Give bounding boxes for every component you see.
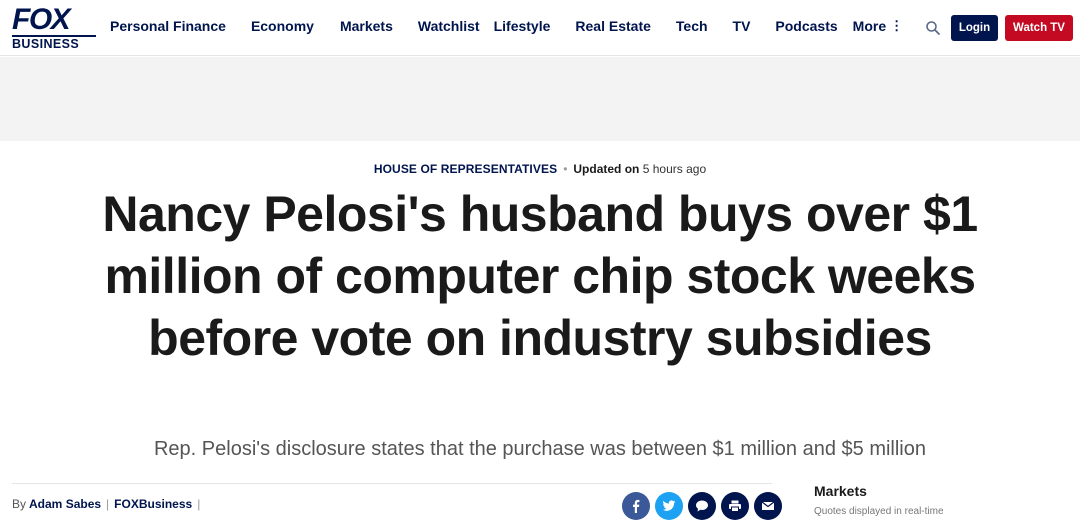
markets-subtitle: Quotes displayed in real-time — [814, 506, 944, 517]
article-eyebrow: HOUSE OF REPRESENTATIVES • Updated on 5 ho… — [0, 162, 1080, 176]
email-share-button[interactable] — [754, 492, 782, 520]
nav-item-tv[interactable]: TV — [733, 18, 751, 34]
byline-by: By — [12, 497, 27, 511]
facebook-share-button[interactable] — [622, 492, 650, 520]
search-icon[interactable] — [925, 20, 941, 36]
category-link[interactable]: HOUSE OF REPRESENTATIVES — [374, 162, 557, 176]
comments-button[interactable] — [688, 492, 716, 520]
share-bar — [622, 492, 782, 520]
source-link[interactable]: FOXBusiness — [114, 497, 192, 511]
article-subhead: Rep. Pelosi's disclosure states that the… — [153, 438, 926, 460]
nav-item-personal-finance[interactable]: Personal Finance — [110, 18, 226, 34]
main-nav: Personal Finance Economy Markets Watchli… — [110, 0, 903, 52]
nav-item-real-estate[interactable]: Real Estate — [575, 18, 650, 34]
print-button[interactable] — [721, 492, 749, 520]
markets-title[interactable]: Markets — [814, 483, 944, 499]
nav-item-more[interactable]: More ⋮ — [853, 18, 903, 34]
vertical-dots-icon: ⋮ — [890, 18, 904, 33]
logo-fox-text: FOX — [12, 3, 71, 36]
byline: By Adam Sabes | FOXBusiness | — [12, 497, 205, 511]
nav-item-tech[interactable]: Tech — [676, 18, 708, 34]
divider — [12, 483, 772, 484]
facebook-icon — [633, 499, 640, 513]
byline-separator-end: | — [197, 497, 201, 511]
twitter-share-button[interactable] — [655, 492, 683, 520]
author-link[interactable]: Adam Sabes — [29, 497, 101, 511]
updated-label: Updated on — [573, 162, 640, 176]
nav-item-watchlist[interactable]: Watchlist — [418, 18, 480, 34]
watch-tv-button[interactable]: Watch TV — [1005, 15, 1073, 41]
article-headline: Nancy Pelosi's husband buys over $1 mill… — [102, 186, 978, 366]
print-icon — [729, 500, 741, 512]
byline-separator: | — [106, 497, 110, 511]
logo-business-text: BUSINESS — [12, 35, 96, 50]
site-header: FOX BUSINESS Personal Finance Economy Ma… — [0, 0, 1080, 56]
nav-item-lifestyle[interactable]: Lifestyle — [494, 18, 551, 34]
nav-item-economy[interactable]: Economy — [251, 18, 314, 34]
markets-widget: Markets Quotes displayed in real-time — [814, 483, 944, 517]
nav-item-markets[interactable]: Markets — [340, 18, 393, 34]
twitter-icon — [662, 500, 676, 511]
nav-more-label: More — [852, 18, 887, 34]
nav-item-podcasts[interactable]: Podcasts — [775, 18, 837, 34]
eyebrow-separator: • — [563, 162, 568, 176]
ad-banner-placeholder — [0, 57, 1080, 141]
email-icon — [761, 501, 775, 510]
updated-time: 5 hours ago — [642, 162, 707, 176]
comments-icon — [696, 500, 708, 512]
login-button[interactable]: Login — [951, 15, 998, 41]
fox-business-logo[interactable]: FOX BUSINESS — [12, 3, 96, 50]
